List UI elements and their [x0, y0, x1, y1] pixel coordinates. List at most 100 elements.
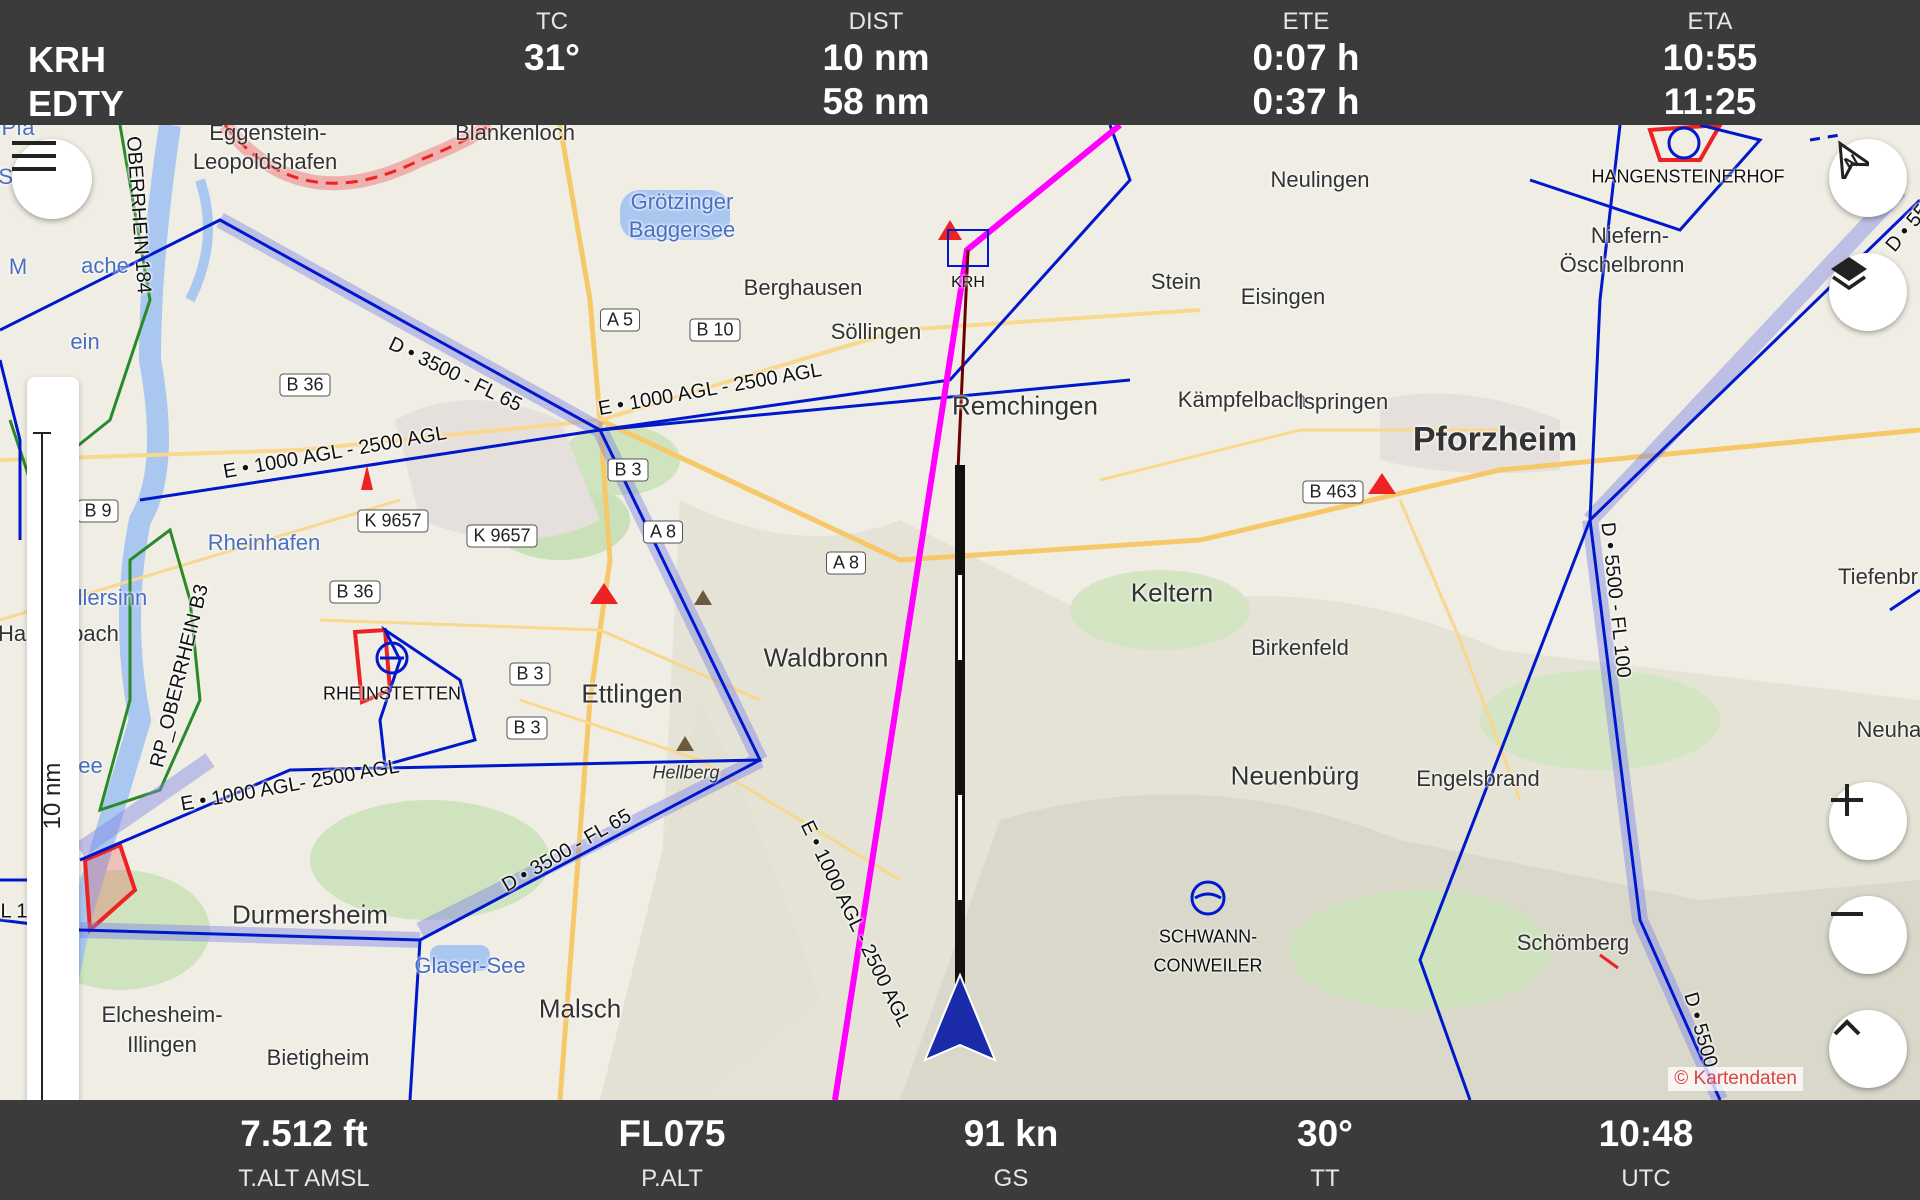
place-label: Kämpfelbach — [1177, 387, 1307, 412]
waypoint-list[interactable]: KRH EDTY — [28, 38, 124, 126]
place-label: Leopoldshafen — [192, 149, 338, 174]
eta-dest-value: 11:25 — [1663, 81, 1757, 122]
place-label: Eisingen — [1240, 284, 1326, 309]
moving-map[interactable]: Eggenstein- Leopoldshafen Blankenloch Grötz… — [0, 125, 1920, 1100]
place-label: Remchingen — [952, 390, 1098, 421]
road-shield: K 9657 — [357, 509, 429, 533]
menu-icon — [12, 141, 56, 171]
utc-value: 10:48 — [1598, 1113, 1694, 1154]
pressure-altitude-value: FL075 — [618, 1113, 726, 1154]
tc-column: TC 31° — [524, 8, 580, 80]
zoom-out-button[interactable] — [1829, 896, 1907, 974]
compass-north-icon: N — [1838, 140, 1869, 179]
road-shield: B 3 — [509, 662, 551, 686]
place-label: Blankenloch — [455, 125, 575, 145]
ete-next-value: 0:07 h — [1252, 37, 1360, 78]
place-label: Bietigheim — [266, 1045, 370, 1070]
place-label: Grötzinger — [630, 189, 734, 214]
svg-text:N: N — [1841, 150, 1862, 174]
place-label: M — [8, 254, 28, 279]
groundspeed-value: 91 kn — [963, 1113, 1059, 1154]
place-label: Neuhau — [1856, 717, 1920, 742]
place-label: Stein — [1150, 269, 1202, 294]
true-track-value: 30° — [1297, 1113, 1353, 1154]
place-label: Berghausen — [743, 275, 863, 300]
road-shield: K 9657 — [466, 524, 538, 548]
place-label: illersinn — [72, 585, 148, 610]
place-label: Neuenbürg — [1230, 760, 1360, 791]
tc-label: TC — [535, 8, 568, 35]
airport-label[interactable]: KRH — [951, 274, 985, 292]
place-label: Söllingen — [830, 319, 922, 344]
destination-waypoint: EDTY — [28, 83, 125, 124]
place-label: Rheinhafen — [207, 530, 321, 555]
place-label: Keltern — [1130, 577, 1214, 608]
ete-dest-value: 0:37 h — [1252, 81, 1360, 122]
groundspeed-label: GS — [993, 1165, 1029, 1192]
true-altitude-field[interactable]: 7.512 ft T.ALT AMSL — [238, 1112, 369, 1196]
road-shield: B 3 — [506, 716, 548, 740]
place-label: Malsch — [538, 993, 622, 1024]
place-label: Tiefenbr — [1838, 564, 1918, 589]
scale-label: 10 nm — [39, 762, 66, 830]
utc-field[interactable]: 10:48 UTC — [1599, 1112, 1694, 1196]
airport-label[interactable]: RHEINSTETTEN — [323, 684, 461, 705]
place-label: Engelsbrand — [1416, 766, 1540, 791]
airport-label[interactable]: SCHWANN- — [1159, 927, 1257, 948]
place-label: Ispringen — [1297, 389, 1389, 414]
place-label: ein — [70, 329, 100, 354]
pressure-altitude-label: P.ALT — [641, 1165, 703, 1192]
place-label: Öschelbronn — [1559, 252, 1685, 277]
navigation-info-bar: KRH EDTY TC 31° DIST 10 nm 58 nm ETE 0:0… — [0, 0, 1920, 125]
zoom-in-button[interactable] — [1829, 782, 1907, 860]
true-altitude-label: T.ALT AMSL — [238, 1165, 370, 1192]
road-shield: B 36 — [329, 580, 381, 604]
place-label: Baggersee — [628, 217, 736, 242]
place-label: Ha — [0, 621, 27, 646]
layers-icon — [1831, 257, 1867, 291]
tc-value: 31° — [524, 37, 580, 78]
place-label: Glaser-See — [414, 953, 526, 978]
road-shield: B 9 — [77, 499, 119, 523]
groundspeed-field[interactable]: 91 kn GS — [964, 1112, 1059, 1196]
map-attribution[interactable]: © Kartendaten — [1668, 1067, 1803, 1091]
true-altitude-value: 7.512 ft — [240, 1113, 368, 1154]
minus-icon — [1831, 912, 1863, 916]
place-label: Ettlingen — [581, 678, 683, 709]
eta-label: ETA — [1687, 8, 1733, 35]
true-track-field[interactable]: 30° TT — [1297, 1112, 1353, 1196]
pressure-altitude-field[interactable]: FL075 P.ALT — [619, 1112, 726, 1196]
scale-bar: 10 nm — [27, 377, 79, 1100]
place-label: Niefern- — [1590, 223, 1670, 248]
airport-label[interactable]: HANGENSTEINERHOF — [1591, 167, 1784, 188]
place-label: Waldbronn — [763, 642, 889, 673]
menu-button[interactable] — [12, 139, 92, 219]
ete-column: ETE 0:07 h 0:37 h — [1253, 8, 1360, 124]
eta-column: ETA 10:55 11:25 — [1663, 8, 1758, 124]
road-shield: B 463 — [1302, 480, 1364, 504]
place-label: Hellberg — [652, 762, 720, 783]
true-track-label: TT — [1310, 1165, 1340, 1192]
expand-panel-button[interactable] — [1829, 1010, 1907, 1088]
place-label: Durmersheim — [231, 899, 389, 930]
plus-icon — [1831, 784, 1863, 816]
road-shield: A 8 — [642, 520, 684, 544]
utc-label: UTC — [1621, 1165, 1671, 1192]
airspace-label: L 1 — [0, 900, 28, 923]
place-label: Schömberg — [1516, 930, 1630, 955]
place-label: Pforzheim — [1412, 420, 1578, 459]
airport-label[interactable]: CONWEILER — [1153, 956, 1262, 977]
road-shield: B 36 — [279, 373, 331, 397]
place-label: Neulingen — [1270, 167, 1370, 192]
ete-label: ETE — [1282, 8, 1330, 35]
north-up-button[interactable]: N — [1829, 139, 1907, 217]
eta-next-value: 10:55 — [1662, 37, 1758, 78]
dist-next-value: 10 nm — [822, 37, 930, 78]
chevron-up-icon — [1833, 1019, 1861, 1036]
scale-tick-top — [33, 432, 51, 434]
place-label: Birkenfeld — [1251, 635, 1349, 660]
road-shield: B 3 — [607, 458, 649, 482]
road-shield: A 5 — [599, 308, 641, 332]
current-waypoint: KRH — [28, 39, 106, 80]
layers-button[interactable] — [1829, 253, 1907, 331]
